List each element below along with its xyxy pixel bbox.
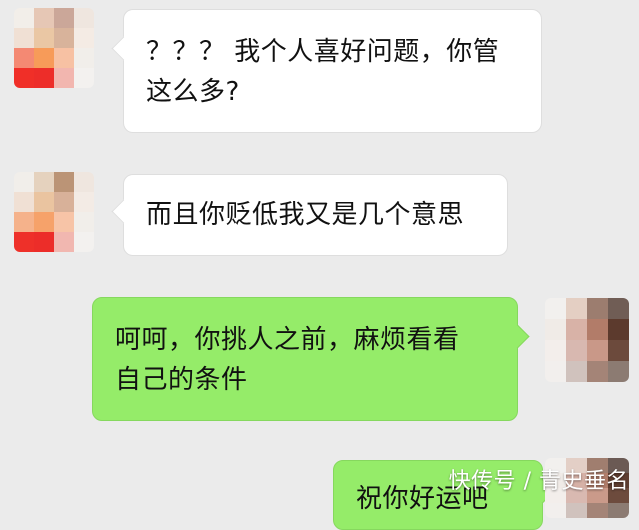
bubble-tail: [111, 36, 136, 61]
message-line: 呵呵，你挑人之前，麻烦看看: [115, 325, 460, 355]
message-line: 这么多?: [146, 77, 240, 107]
watermark-text: 快传号 / 青史垂名: [448, 469, 629, 494]
chat-area: ？？？ 我个人喜好问题，你管 这么多? 而且你贬低我又是几个意思 呵呵，你挑人之…: [0, 0, 639, 530]
message-bubble[interactable]: ？？？ 我个人喜好问题，你管 这么多?: [111, 9, 542, 133]
bubble-tail: [505, 324, 530, 349]
message-line: ？？？ 我个人喜好问题，你管: [146, 37, 500, 67]
message-line: 而且你贬低我又是几个意思: [146, 200, 465, 230]
contact-avatar[interactable]: [14, 172, 94, 252]
contact-avatar[interactable]: [14, 8, 94, 88]
message-bubble[interactable]: 呵呵，你挑人之前，麻烦看看 自己的条件: [92, 297, 530, 421]
self-avatar[interactable]: [545, 298, 629, 382]
bubble-tail: [111, 199, 136, 224]
message-line: 自己的条件: [115, 365, 248, 395]
message-bubble[interactable]: 而且你贬低我又是几个意思: [111, 174, 508, 256]
